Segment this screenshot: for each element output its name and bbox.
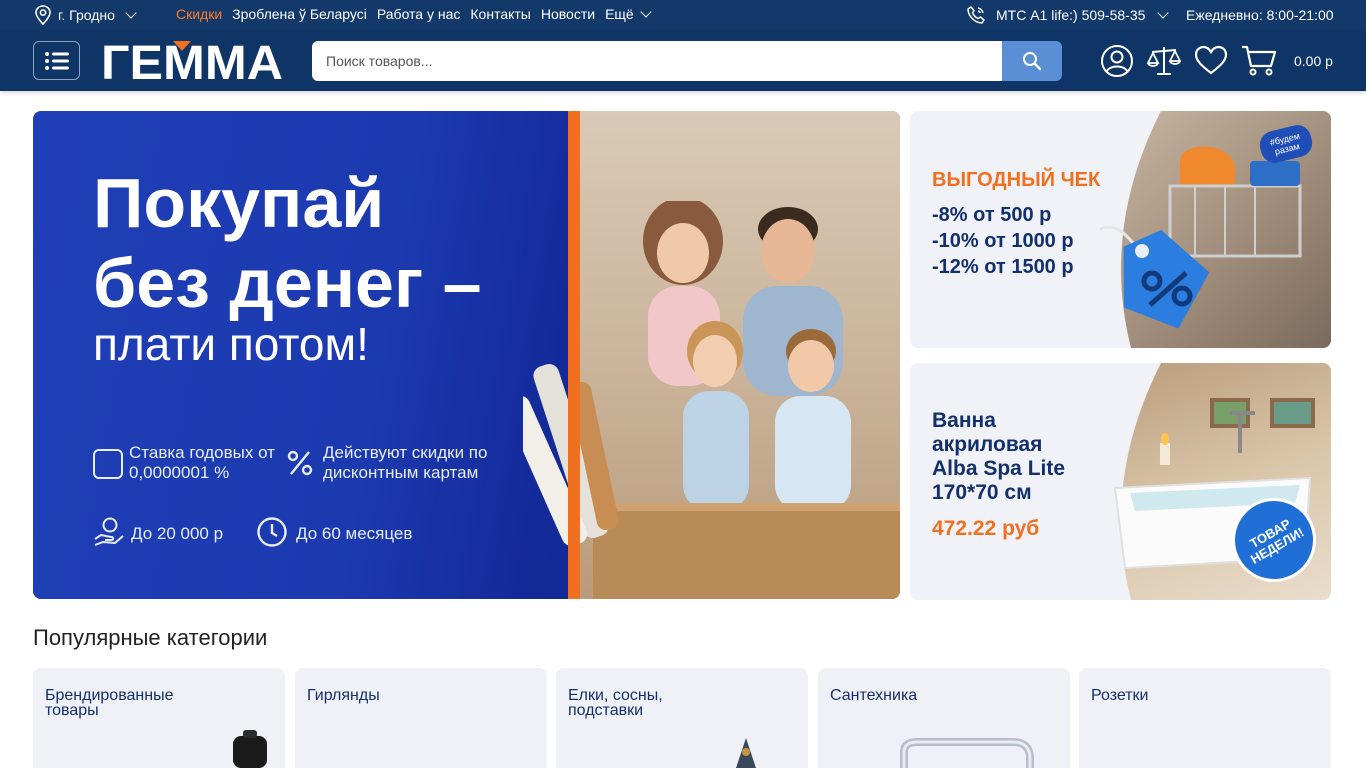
top-nav: Скидки Зроблена ў Беларусі Работа у нас … — [176, 6, 652, 22]
promo-banner-product-of-week[interactable]: Ванна акриловая Alba Spa Lite 170*70 см … — [910, 363, 1331, 600]
nav-link-news[interactable]: Новости — [541, 6, 595, 22]
chevron-down-icon — [125, 7, 137, 19]
wallpaper-rolls — [523, 363, 619, 547]
money-hand-icon — [94, 517, 124, 546]
compare-button[interactable] — [1147, 44, 1181, 78]
cart-total[interactable]: 0.00 р — [1294, 53, 1333, 69]
orange-stripe — [568, 111, 580, 599]
category-card-plumbing[interactable]: Сантехника — [818, 668, 1070, 768]
phone-number: МТС A1 life:) 509-58-35 — [996, 7, 1146, 23]
feature-rate: Ставка годовых от 0,0000001 % — [129, 443, 275, 482]
check-line-2: -10% от 1000 р — [932, 230, 1074, 252]
working-hours: Ежедневно: 8:00-21:00 — [1186, 7, 1334, 23]
category-label: Гирлянды — [307, 687, 380, 704]
family-illustration — [643, 201, 851, 511]
nav-link-discounts[interactable]: Скидки — [176, 6, 222, 22]
search-icon — [1023, 52, 1042, 71]
banner-subheadline: плати потом! — [93, 318, 369, 370]
promo-banner-installment[interactable]: Покупай без денег – плати потом! Ставка … — [33, 111, 900, 599]
category-label: Елки, сосны, подставки — [568, 687, 663, 719]
promo-banner-discount-check[interactable]: #будем разам ВЫГОДНЫЙ ЧЕК -8% от 500 р -… — [910, 111, 1331, 348]
menu-list-icon — [44, 51, 69, 70]
percent-tag-icon — [1100, 225, 1210, 329]
category-card-sockets[interactable]: Розетки — [1079, 668, 1331, 768]
clock-icon — [257, 517, 287, 547]
compare-scales-icon — [1147, 47, 1181, 75]
city-selector[interactable]: г. Гродно — [34, 5, 137, 25]
category-card-garlands[interactable]: Гирлянды — [295, 668, 547, 768]
catalog-menu-button[interactable] — [33, 41, 80, 80]
nav-link-contacts[interactable]: Контакты — [470, 6, 530, 22]
check-title: ВЫГОДНЫЙ ЧЕК — [932, 169, 1101, 191]
feature-discount: Действуют скидки по дисконтным картам — [323, 443, 488, 482]
branded-bottle-thumbnail — [233, 730, 267, 768]
top-bar: г. Гродно Скидки Зроблена ў Беларусі Раб… — [0, 0, 1366, 30]
product-title: Ванна акриловая Alba Spa Lite 170*70 см — [932, 409, 1066, 504]
category-card-christmas-trees[interactable]: Елки, сосны, подставки — [556, 668, 808, 768]
faucet-thumbnail — [900, 738, 1034, 768]
percent-icon — [287, 450, 313, 476]
site-logo[interactable]: ГЕММА — [101, 37, 283, 90]
account-button[interactable] — [1100, 44, 1134, 78]
cart-button[interactable] — [1240, 44, 1278, 78]
tree-stand-thumbnail — [736, 738, 756, 768]
check-line-3: -12% от 1500 р — [932, 256, 1074, 278]
favorites-button[interactable] — [1194, 44, 1228, 78]
popular-categories-title: Популярные категории — [33, 625, 268, 650]
category-card-branded[interactable]: Брендированные товары — [33, 668, 285, 768]
category-label: Розетки — [1091, 687, 1149, 704]
search-bar — [312, 41, 1062, 81]
map-pin-icon — [35, 5, 51, 25]
chevron-down-icon — [1157, 7, 1170, 19]
feature-amount: До 20 000 р — [131, 524, 224, 543]
nav-more-dropdown[interactable]: Ещё — [605, 6, 652, 22]
user-icon — [1101, 45, 1133, 77]
phone-icon — [967, 6, 985, 24]
gemma-logo: ГЕММА — [101, 37, 283, 90]
category-label: Сантехника — [830, 687, 918, 704]
category-label: Брендированные товары — [45, 687, 174, 719]
feature-term: До 60 месяцев — [296, 524, 413, 543]
cart-icon — [1242, 45, 1277, 76]
phone-selector[interactable]: МТС A1 life:) 509-58-35 — [966, 5, 1170, 25]
city-label: г. Гродно — [58, 7, 115, 23]
chevron-down-icon — [640, 6, 652, 18]
svg-text:ГЕММА: ГЕММА — [101, 39, 283, 83]
heart-icon — [1194, 45, 1228, 75]
search-input[interactable] — [312, 41, 1002, 81]
nav-more-label: Ещё — [605, 6, 634, 22]
calendar-percent-icon — [93, 449, 123, 479]
banner-headline: Покупай без денег – — [93, 164, 482, 322]
check-line-1: -8% от 500 р — [932, 204, 1052, 226]
nav-link-made-in-belarus[interactable]: Зроблена ў Беларусі — [232, 6, 367, 22]
product-price: 472.22 руб — [932, 517, 1040, 540]
nav-link-careers[interactable]: Работа у нас — [377, 6, 461, 22]
main-header: ГЕММА Поиск товаров... 0.00 р — [0, 30, 1366, 91]
search-button[interactable] — [1002, 41, 1062, 81]
